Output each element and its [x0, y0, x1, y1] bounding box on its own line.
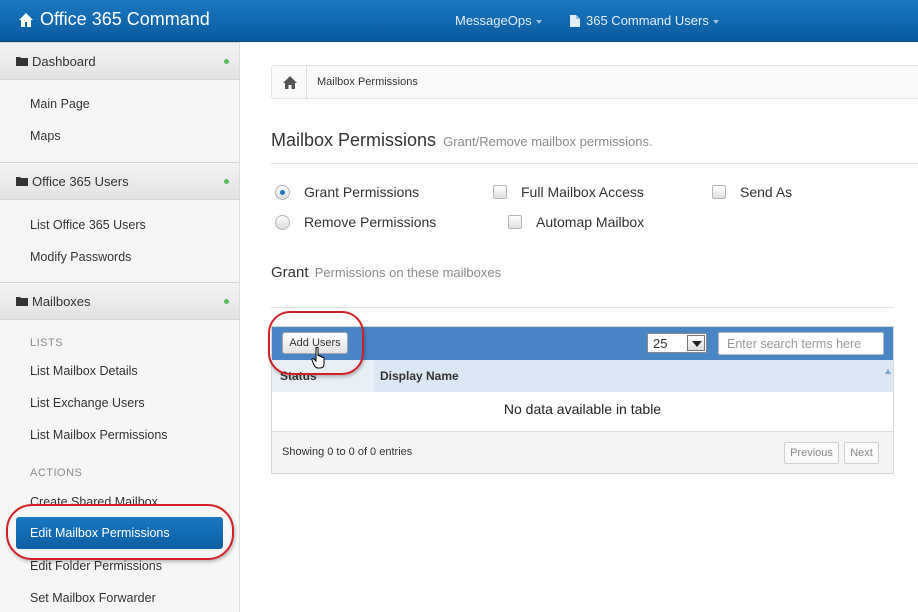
sidebar-group-actions: ACTIONS	[30, 467, 83, 479]
sidebar-group-lists: LISTS	[30, 337, 64, 349]
grant-section-title: Grant Permissions on these mailboxes	[271, 264, 501, 281]
checkbox-icon[interactable]	[493, 185, 507, 199]
automap-mailbox-checkbox[interactable]: Automap Mailbox	[508, 214, 644, 230]
sidebar-section-label: Mailboxes	[32, 293, 91, 309]
sidebar-item-edit-folder-permissions[interactable]: Edit Folder Permissions	[30, 559, 162, 573]
hand-cursor-icon	[311, 347, 325, 369]
empty-table-message: No data available in table	[503, 401, 662, 417]
status-dot-icon	[224, 59, 229, 64]
breadcrumb-divider	[306, 65, 307, 99]
send-as-checkbox[interactable]: Send As	[712, 184, 792, 200]
dropdown-arrow-icon[interactable]	[687, 335, 705, 351]
app-title: Office 365 Command	[40, 9, 210, 29]
users-table: Add Users 25 Status Display Name No data…	[271, 326, 894, 474]
page-title: Mailbox Permissions Grant/Remove mailbox…	[271, 130, 653, 151]
page-length-value: 25	[653, 335, 668, 351]
radio-unselected-icon[interactable]	[275, 214, 290, 230]
home-icon	[19, 12, 33, 27]
file-icon	[570, 14, 580, 27]
sidebar-item-edit-mailbox-permissions[interactable]: Edit Mailbox Permissions	[16, 517, 223, 549]
checkbox-icon[interactable]	[508, 215, 522, 229]
send-as-label: Send As	[740, 184, 793, 200]
table-footer: Showing 0 to 0 of 0 entries Previous Nex…	[272, 431, 893, 473]
table-toolbar: Add Users 25	[272, 327, 893, 360]
grant-permissions-label: Grant Permissions	[304, 184, 420, 200]
sort-icon	[885, 369, 891, 374]
folder-icon	[16, 57, 28, 66]
app-brand[interactable]: Office 365 Command	[18, 9, 210, 30]
users-menu-label: 365 Command Users	[586, 13, 709, 28]
remove-permissions-radio[interactable]: Remove Permissions	[275, 214, 436, 230]
chevron-down-icon	[712, 19, 719, 24]
page-title-text: Mailbox Permissions	[271, 130, 437, 150]
tenant-menu-label: MessageOps	[455, 13, 532, 28]
sidebar-section-mailboxes[interactable]: Mailboxes	[0, 282, 239, 320]
sidebar-item-set-mailbox-forwarder[interactable]: Set Mailbox Forwarder	[30, 591, 156, 605]
folder-icon	[16, 297, 28, 306]
sidebar-item-list-exchange-users[interactable]: List Exchange Users	[30, 396, 145, 410]
next-button[interactable]: Next	[844, 442, 879, 464]
tenant-menu[interactable]: MessageOps	[455, 13, 542, 28]
full-mailbox-access-label: Full Mailbox Access	[521, 184, 644, 200]
folder-icon	[16, 177, 28, 186]
automap-mailbox-label: Automap Mailbox	[536, 214, 645, 230]
sidebar-item-list-mailbox-details[interactable]: List Mailbox Details	[30, 364, 138, 378]
sidebar: Dashboard Main Page Maps Office 365 User…	[0, 42, 240, 612]
sidebar-item-list-mailbox-permissions[interactable]: List Mailbox Permissions	[30, 428, 168, 442]
column-header-label: Display Name	[380, 369, 459, 383]
sidebar-item-maps[interactable]: Maps	[30, 129, 61, 143]
chevron-down-icon	[535, 19, 542, 24]
grant-permissions-radio[interactable]: Grant Permissions	[275, 184, 419, 200]
status-dot-icon	[224, 179, 229, 184]
grant-title-text: Grant	[271, 264, 309, 281]
sidebar-section-dashboard[interactable]: Dashboard	[0, 42, 239, 80]
column-header-display-name[interactable]: Display Name	[374, 360, 893, 392]
breadcrumb-current: Mailbox Permissions	[317, 76, 418, 88]
checkbox-icon[interactable]	[712, 185, 726, 199]
search-input[interactable]	[718, 332, 884, 355]
divider	[271, 307, 894, 308]
users-menu[interactable]: 365 Command Users	[570, 13, 719, 28]
sidebar-section-label: Office 365 Users	[32, 173, 129, 189]
page-length-select[interactable]: 25	[647, 333, 707, 353]
sidebar-item-modify-passwords[interactable]: Modify Passwords	[30, 250, 131, 264]
divider	[271, 163, 918, 164]
table-header: Status Display Name	[272, 360, 893, 392]
remove-permissions-label: Remove Permissions	[304, 214, 437, 230]
full-mailbox-access-checkbox[interactable]: Full Mailbox Access	[493, 184, 644, 200]
home-icon[interactable]	[283, 75, 297, 89]
previous-button[interactable]: Previous	[784, 442, 839, 464]
breadcrumb: Mailbox Permissions	[271, 65, 918, 99]
page-subtitle: Grant/Remove mailbox permissions.	[443, 134, 653, 149]
sidebar-item-list-office365-users[interactable]: List Office 365 Users	[30, 218, 146, 232]
table-info: Showing 0 to 0 of 0 entries	[282, 446, 413, 458]
sidebar-item-create-shared-mailbox[interactable]: Create Shared Mailbox	[30, 495, 158, 509]
status-dot-icon	[224, 299, 229, 304]
sidebar-section-label: Dashboard	[32, 53, 96, 69]
radio-selected-icon[interactable]	[275, 184, 290, 200]
grant-subtitle: Permissions on these mailboxes	[314, 265, 502, 280]
sidebar-item-main-page[interactable]: Main Page	[30, 97, 90, 111]
sidebar-section-office365-users[interactable]: Office 365 Users	[0, 162, 239, 200]
top-navbar: Office 365 Command MessageOps 365 Comman…	[0, 0, 918, 42]
